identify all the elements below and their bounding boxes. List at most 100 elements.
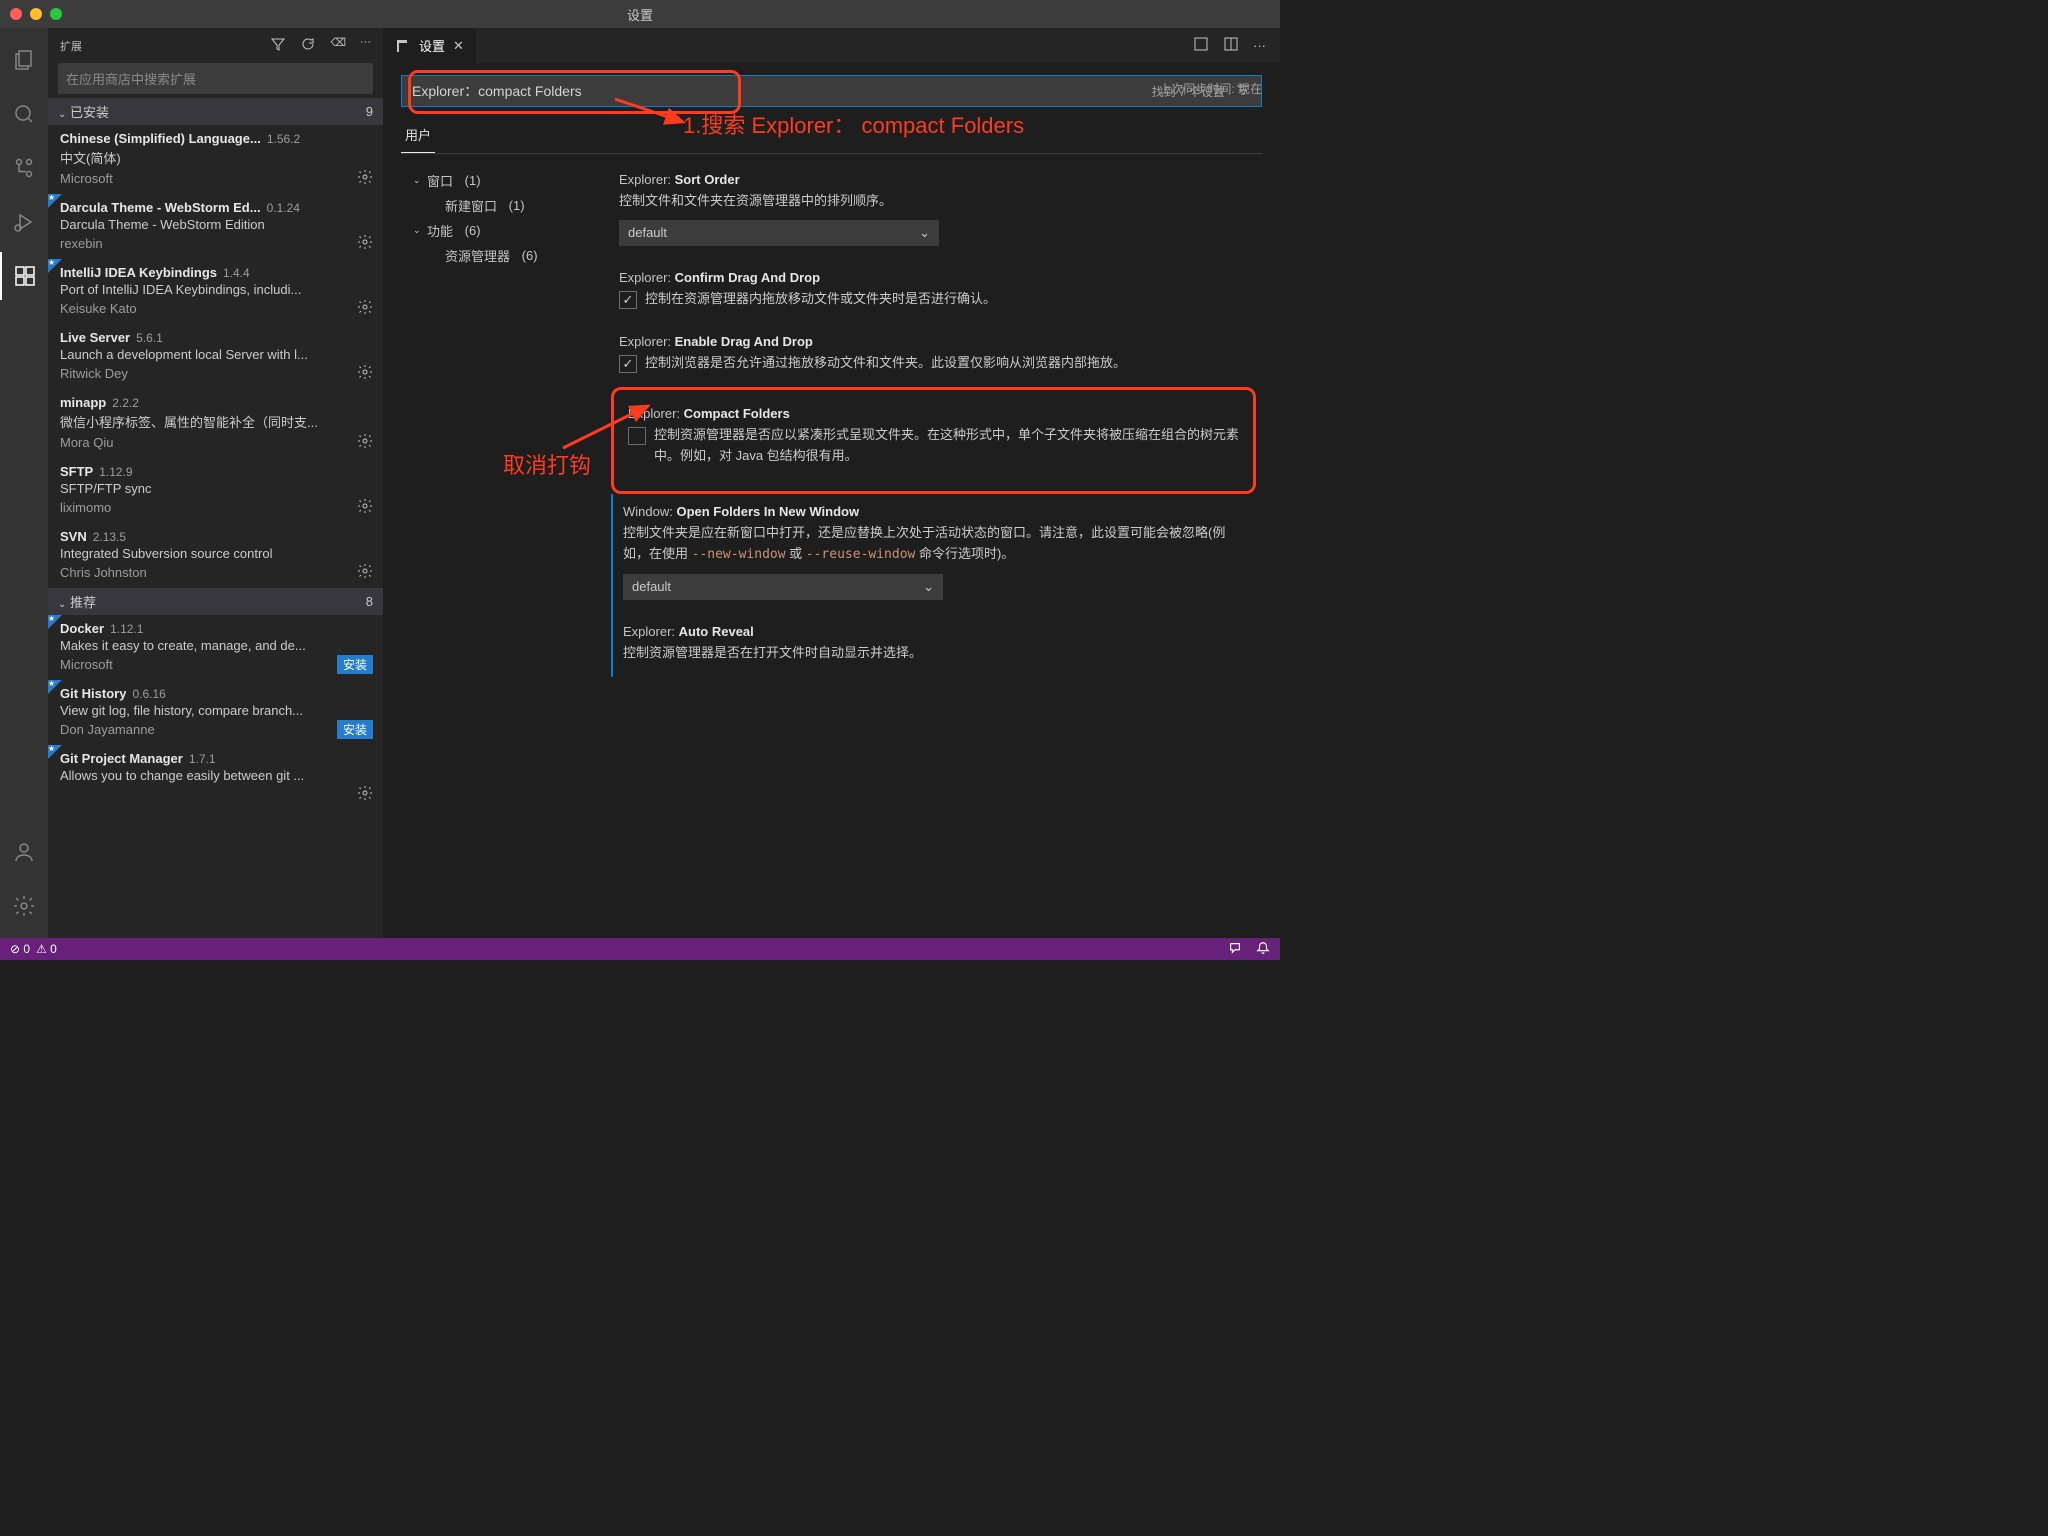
account-icon[interactable] <box>0 828 48 876</box>
ext-desc: Darcula Theme - WebStorm Edition <box>60 217 373 232</box>
ext-version: 5.6.1 <box>136 331 163 345</box>
ext-desc: SFTP/FTP sync <box>60 481 373 496</box>
scope-user[interactable]: 用户 <box>401 117 435 153</box>
checkbox[interactable] <box>619 355 637 373</box>
extension-item[interactable]: minapp2.2.2微信小程序标签、属性的智能补全（同时支...Mora Qi… <box>48 389 383 458</box>
setting-item: Explorer: Auto Reveal控制资源管理器是否在打开文件时自动显示… <box>611 614 1256 678</box>
extensions-sidebar: 扩展 ⌫ ··· 在应用商店中搜索扩展 ⌄ 已安装 9 Chinese (Sim… <box>48 28 383 938</box>
editor-area: 设置 ✕ ··· 找到 7 个设置 上次同步时间: 现在 <box>383 28 1280 938</box>
ext-version: 2.2.2 <box>112 396 139 410</box>
more-icon[interactable]: ··· <box>360 36 371 55</box>
gear-icon[interactable] <box>357 169 373 188</box>
window-minimize[interactable] <box>30 8 42 20</box>
ext-desc: Launch a development local Server with l… <box>60 347 373 362</box>
ext-name: Docker <box>60 621 104 636</box>
settings-search-input[interactable] <box>408 76 1152 106</box>
setting-title: Explorer: Confirm Drag And Drop <box>619 270 1248 285</box>
scm-icon[interactable] <box>0 144 48 192</box>
setting-item: Window: Open Folders In New Window控制文件夹是… <box>611 494 1256 614</box>
extension-item[interactable]: Git History 0.6.16 View git log, file hist… <box>48 680 383 745</box>
checkbox[interactable] <box>628 427 646 445</box>
ext-name: SVN <box>60 529 87 544</box>
layout-icon[interactable] <box>1223 36 1239 55</box>
status-bar: ⊘ 0 ⚠ 0 <box>0 938 1280 960</box>
window-close[interactable] <box>10 8 22 20</box>
install-button[interactable]: 安装 <box>337 655 373 674</box>
activity-bar <box>0 28 48 938</box>
setting-title: Explorer: Compact Folders <box>628 406 1239 421</box>
extension-item[interactable]: Live Server5.6.1Launch a development loc… <box>48 324 383 389</box>
extension-item[interactable]: Darcula Theme - WebStorm Ed...0.1.24Darc… <box>48 194 383 259</box>
bell-icon[interactable] <box>1256 941 1270 958</box>
ext-version: 0.6.16 <box>132 687 165 701</box>
ext-version: 2.13.5 <box>93 530 126 544</box>
refresh-icon[interactable] <box>300 36 316 55</box>
extension-item[interactable]: Git Project Manager1.7.1Allows you to ch… <box>48 745 383 810</box>
toc-window[interactable]: ⌄窗口 (1) <box>401 168 611 193</box>
gear-icon[interactable] <box>0 882 48 930</box>
ext-publisher: rexebin <box>60 236 103 251</box>
close-icon[interactable]: ✕ <box>453 38 464 54</box>
extension-item[interactable]: Chinese (Simplified) Language...1.56.2中文… <box>48 125 383 194</box>
setting-desc: 控制文件和文件夹在资源管理器中的排列顺序。 <box>619 191 1248 212</box>
split-icon[interactable] <box>1193 36 1209 55</box>
gear-icon[interactable] <box>357 498 373 517</box>
ext-publisher: Chris Johnston <box>60 565 147 580</box>
install-button[interactable]: 安装 <box>337 720 373 739</box>
explorer-icon[interactable] <box>0 36 48 84</box>
extension-item[interactable]: Docker 1.12.1 Makes it easy to create, man… <box>48 615 383 680</box>
ext-desc: View git log, file history, compare bran… <box>60 703 373 718</box>
gear-icon[interactable] <box>357 299 373 318</box>
extensions-icon[interactable] <box>0 252 48 300</box>
toc-feature[interactable]: ⌄功能 (6) <box>401 218 611 243</box>
select-dropdown[interactable]: default⌄ <box>619 220 939 246</box>
ext-desc: Integrated Subversion source control <box>60 546 373 561</box>
gear-icon[interactable] <box>357 433 373 452</box>
extension-item[interactable]: SFTP1.12.9SFTP/FTP syncliximomo <box>48 458 383 523</box>
ext-version: 1.4.4 <box>223 266 250 280</box>
extension-search[interactable]: 在应用商店中搜索扩展 <box>58 63 373 94</box>
setting-title: Explorer: Enable Drag And Drop <box>619 334 1248 349</box>
tab-settings[interactable]: 设置 ✕ <box>383 28 476 63</box>
recommended-section[interactable]: ⌄ 推荐 8 <box>48 588 383 615</box>
ext-name: minapp <box>60 395 106 410</box>
settings-list[interactable]: Explorer: Sort Order控制文件和文件夹在资源管理器中的排列顺序… <box>611 162 1262 938</box>
ext-publisher: Mora Qiu <box>60 435 113 450</box>
filter-icon[interactable] <box>270 36 286 55</box>
ext-version: 1.12.1 <box>110 622 143 636</box>
extension-item[interactable]: SVN 2.13.5 Integrated Subversion source co… <box>48 523 383 588</box>
extension-item[interactable]: IntelliJ IDEA Keybindings1.4.4Port of In… <box>48 259 383 324</box>
ext-name: SFTP <box>60 464 93 479</box>
gear-icon[interactable] <box>357 785 373 804</box>
setting-item: Explorer: Sort Order控制文件和文件夹在资源管理器中的排列顺序… <box>611 162 1256 260</box>
checkbox[interactable] <box>619 291 637 309</box>
debug-icon[interactable] <box>0 198 48 246</box>
setting-item: Explorer: Compact Folders控制资源管理器是否应以紧凑形式… <box>620 396 1247 481</box>
ext-publisher: Keisuke Kato <box>60 301 137 316</box>
clear-icon[interactable]: ⌫ <box>330 36 346 55</box>
toc-explorer[interactable]: 资源管理器 (6) <box>401 243 611 268</box>
ext-name: Chinese (Simplified) Language... <box>60 131 261 146</box>
gear-icon[interactable] <box>357 364 373 383</box>
window-maximize[interactable] <box>50 8 62 20</box>
status-warnings[interactable]: ⚠ 0 <box>36 942 57 956</box>
editor-tabs: 设置 ✕ ··· <box>383 28 1280 63</box>
status-errors[interactable]: ⊘ 0 <box>10 942 30 956</box>
setting-title: Window: Open Folders In New Window <box>623 504 1248 519</box>
search-icon[interactable] <box>0 90 48 138</box>
feedback-icon[interactable] <box>1228 941 1242 958</box>
chevron-down-icon: ⌄ <box>923 579 934 595</box>
installed-section[interactable]: ⌄ 已安装 9 <box>48 98 383 125</box>
ext-publisher: Ritwick Dey <box>60 366 128 381</box>
toc-new-window[interactable]: 新建窗口 (1) <box>401 193 611 218</box>
ext-version: 0.1.24 <box>267 201 300 215</box>
select-dropdown[interactable]: default⌄ <box>623 574 943 600</box>
more-icon[interactable]: ··· <box>1253 38 1266 53</box>
settings-search[interactable]: 找到 7 个设置 <box>401 75 1262 107</box>
ext-name: Git History <box>60 686 126 701</box>
star-badge <box>48 615 62 629</box>
gear-icon[interactable] <box>357 563 373 582</box>
ext-desc: Makes it easy to create, manage, and de.… <box>60 638 373 653</box>
gear-icon[interactable] <box>357 234 373 253</box>
ext-version: 1.12.9 <box>99 465 132 479</box>
